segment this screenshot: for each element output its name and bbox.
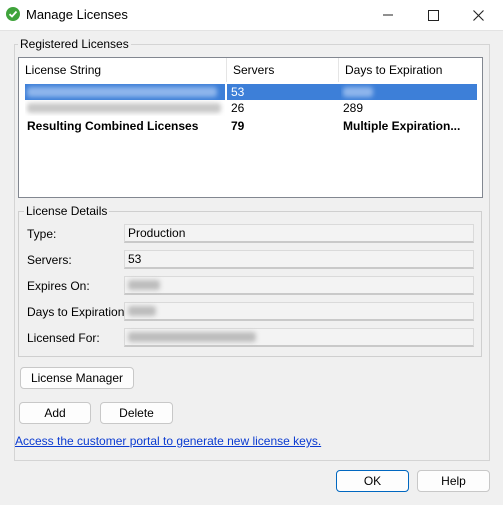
add-button[interactable]: Add: [19, 402, 91, 424]
window-title: Manage Licenses: [26, 7, 128, 22]
days-cell: 289: [343, 101, 364, 115]
table-row[interactable]: 26 289: [25, 100, 470, 116]
redacted-license-string: [27, 87, 217, 97]
license-details-label: License Details: [24, 204, 110, 218]
licenses-list[interactable]: License String Servers Days to Expiratio…: [18, 57, 483, 198]
green-check-icon: [6, 7, 20, 21]
servers-label: Servers:: [27, 253, 72, 267]
minimize-icon: [383, 14, 393, 16]
delete-button[interactable]: Delete: [100, 402, 173, 424]
list-header: License String Servers Days to Expiratio…: [19, 58, 482, 82]
servers-field: 53: [124, 250, 474, 269]
customer-portal-link[interactable]: Access the customer portal to generate n…: [15, 434, 321, 448]
type-field: Production: [124, 224, 474, 243]
expires-on-field: [124, 276, 474, 295]
redacted-licensee: [128, 332, 256, 342]
license-string-cell: Resulting Combined Licenses: [27, 119, 199, 133]
servers-cell: 26: [231, 101, 245, 115]
column-license-string[interactable]: License String: [19, 58, 227, 82]
title-bar: Manage Licenses: [0, 0, 503, 30]
redacted-days-to-expiration: [128, 306, 156, 316]
column-servers[interactable]: Servers: [227, 58, 339, 82]
servers-cell: 53: [231, 85, 245, 99]
column-days-to-expiration[interactable]: Days to Expiration: [339, 58, 482, 82]
days-to-expiration-label: Days to Expiration:: [27, 305, 128, 319]
license-string-cell: [25, 84, 225, 100]
close-icon: [472, 9, 484, 21]
redacted-expiry: [128, 280, 160, 290]
table-row[interactable]: Resulting Combined Licenses 79 Multiple …: [25, 118, 470, 134]
help-button[interactable]: Help: [417, 470, 490, 492]
ok-button[interactable]: OK: [336, 470, 409, 492]
license-string-cell: [25, 100, 225, 116]
days-cell: Multiple Expiration...: [343, 119, 461, 133]
maximize-button[interactable]: [410, 0, 456, 30]
days-cell: [341, 84, 403, 100]
type-label: Type:: [27, 227, 57, 241]
expires-on-label: Expires On:: [27, 279, 90, 293]
servers-cell: 79: [231, 119, 245, 133]
license-manager-button[interactable]: License Manager: [20, 367, 134, 389]
close-button[interactable]: [455, 0, 501, 30]
table-row[interactable]: 53: [25, 84, 477, 100]
minimize-button[interactable]: [365, 0, 411, 30]
licensed-for-field: [124, 328, 474, 347]
maximize-icon: [427, 9, 439, 21]
days-to-expiration-field: [124, 302, 474, 321]
redacted-days: [343, 87, 373, 97]
redacted-license-string: [27, 103, 221, 113]
licensed-for-label: Licensed For:: [27, 331, 100, 345]
registered-licenses-label: Registered Licenses: [18, 37, 131, 51]
